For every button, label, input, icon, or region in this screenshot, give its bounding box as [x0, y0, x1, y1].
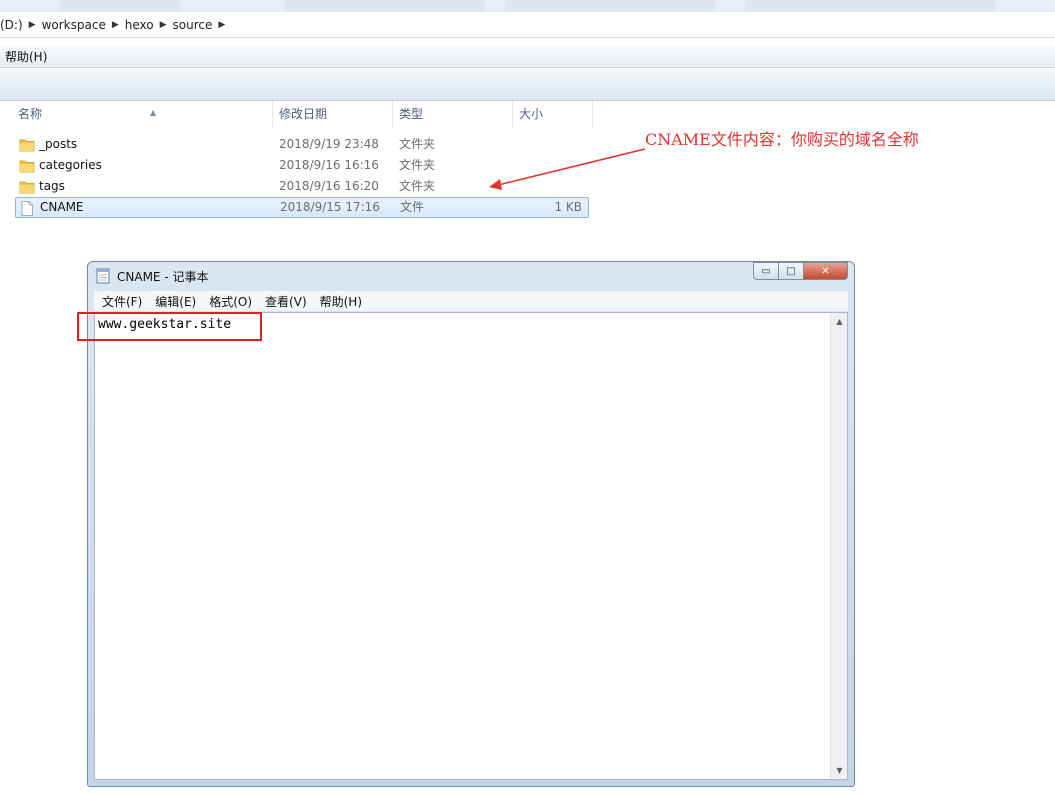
file-type: 文件夹	[399, 137, 436, 151]
file-modified: 2018/9/19 23:48	[279, 137, 379, 151]
file-row-posts[interactable]: _posts 2018/9/19 23:48 文件夹	[15, 134, 589, 155]
maximize-button[interactable]: □	[779, 262, 804, 280]
annotation-text: CNAME文件内容：你购买的域名全称	[645, 130, 919, 149]
menu-edit[interactable]: 编辑(E)	[147, 293, 201, 310]
file-type: 文件	[400, 200, 425, 214]
folder-icon	[19, 160, 35, 173]
vertical-scrollbar[interactable]: ▲ ▼	[830, 313, 847, 779]
file-name: categories	[39, 158, 102, 172]
menu-view[interactable]: 查看(V)	[257, 293, 312, 310]
file-row-tags[interactable]: tags 2018/9/16 16:20 文件夹	[15, 176, 589, 197]
file-modified: 2018/9/15 17:16	[280, 200, 380, 214]
file-name: CNAME	[40, 200, 84, 214]
breadcrumb-source[interactable]: source	[169, 18, 217, 32]
ghost-tab	[60, 0, 180, 12]
file-type: 文件夹	[399, 158, 436, 172]
notepad-menu-bar: 文件(F) 编辑(E) 格式(O) 查看(V) 帮助(H)	[94, 291, 848, 311]
file-row-cname[interactable]: CNAME 2018/9/15 17:16 文件 1 KB	[15, 197, 589, 218]
notepad-titlebar[interactable]: CNAME - 记事本 ▭ □ ✕	[88, 262, 854, 290]
notepad-text-area[interactable]: www.geekstar.site ▲ ▼	[94, 312, 848, 780]
explorer-menu-bar: 帮助(H)	[0, 46, 1055, 68]
column-header-size[interactable]: 大小	[513, 101, 593, 127]
window-controls: ▭ □ ✕	[753, 262, 848, 280]
breadcrumb-chevron-icon[interactable]: ▶	[110, 20, 121, 30]
ghost-tab	[285, 0, 485, 12]
file-size: 1 KB	[554, 200, 582, 214]
notepad-icon	[96, 268, 110, 284]
column-size-label: 大小	[519, 107, 544, 121]
folder-icon	[19, 139, 35, 152]
breadcrumb-hexo[interactable]: hexo	[121, 18, 158, 32]
file-modified: 2018/9/16 16:20	[279, 179, 379, 193]
sort-ascending-icon: ▲	[150, 108, 157, 117]
menu-format[interactable]: 格式(O)	[201, 293, 257, 310]
ghost-tab	[745, 0, 995, 12]
breadcrumb-drive[interactable]: (D:)	[0, 18, 27, 32]
close-button[interactable]: ✕	[804, 262, 848, 280]
column-type-label: 类型	[399, 107, 424, 121]
maximize-icon: □	[786, 265, 796, 277]
menu-help[interactable]: 帮助(H)	[0, 48, 52, 65]
content-highlight-box	[77, 312, 262, 341]
file-name: _posts	[39, 137, 78, 151]
minimize-button[interactable]: ▭	[753, 262, 779, 280]
column-name-label: 名称	[18, 107, 43, 121]
ghost-tab	[505, 0, 715, 12]
explorer-toolbar	[0, 69, 1055, 101]
minimize-icon: ▭	[761, 265, 771, 277]
breadcrumb-chevron-icon[interactable]: ▶	[216, 20, 227, 30]
file-name: tags	[39, 179, 65, 193]
scroll-down-icon[interactable]: ▼	[831, 762, 848, 779]
breadcrumb-chevron-icon[interactable]: ▶	[27, 20, 38, 30]
scroll-up-icon[interactable]: ▲	[831, 313, 848, 330]
file-modified: 2018/9/16 16:16	[279, 158, 379, 172]
breadcrumb-workspace[interactable]: workspace	[38, 18, 110, 32]
file-icon	[21, 201, 33, 216]
file-list-header: 名称 ▲ 修改日期 类型 大小	[0, 101, 600, 127]
background-tabs-strip	[0, 0, 1055, 12]
file-type: 文件夹	[399, 179, 436, 193]
address-bar[interactable]: (D:) ▶ workspace ▶ hexo ▶ source ▶	[0, 12, 1055, 38]
column-header-modified[interactable]: 修改日期	[273, 101, 393, 127]
breadcrumb-chevron-icon[interactable]: ▶	[158, 20, 169, 30]
menu-file[interactable]: 文件(F)	[94, 293, 147, 310]
close-icon: ✕	[821, 265, 830, 277]
column-header-name[interactable]: 名称 ▲	[12, 101, 273, 127]
folder-icon	[19, 181, 35, 194]
file-row-categories[interactable]: categories 2018/9/16 16:16 文件夹	[15, 155, 589, 176]
menu-help[interactable]: 帮助(H)	[312, 293, 367, 310]
column-header-type[interactable]: 类型	[393, 101, 513, 127]
notepad-title: CNAME - 记事本	[117, 270, 209, 284]
column-modified-label: 修改日期	[279, 107, 328, 121]
